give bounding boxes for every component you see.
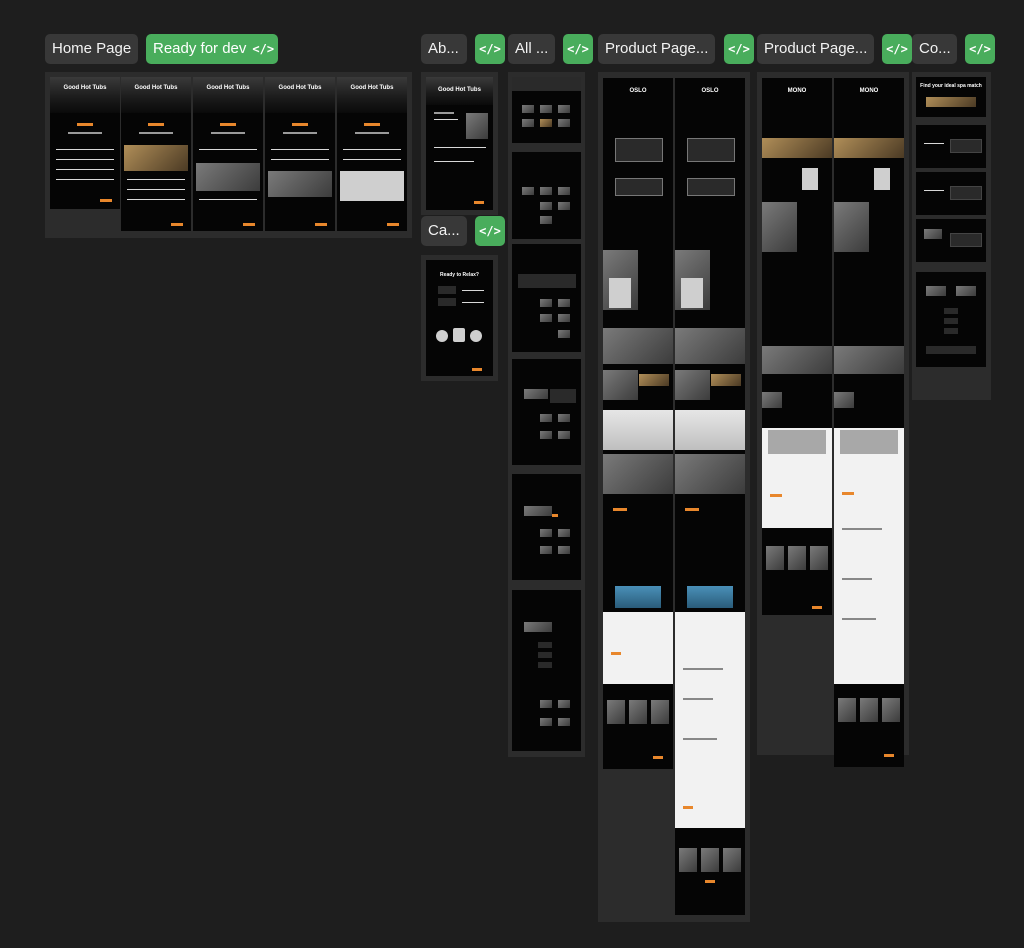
brand-title: OSLO — [701, 88, 719, 94]
catalog-frame[interactable] — [512, 77, 581, 143]
hero-title: Good Hot Tubs — [278, 85, 322, 91]
ready-for-dev-badge[interactable]: Ready for dev </> — [146, 34, 278, 64]
hero-title: Good Hot Tubs — [63, 85, 107, 91]
code-icon[interactable]: </> — [965, 34, 995, 64]
contact-frame[interactable]: Find your ideal spa match — [916, 77, 986, 117]
contact-frame[interactable] — [916, 125, 986, 168]
home-frame[interactable]: Good Hot Tubs — [337, 77, 407, 231]
contact-frame[interactable] — [916, 219, 986, 262]
product-b-section: MONO MONO — [757, 72, 909, 767]
all-products-section — [508, 72, 585, 757]
code-icon[interactable]: </> — [475, 216, 505, 246]
brand-title: MONO — [787, 88, 807, 94]
catalog-frame[interactable] — [512, 152, 581, 239]
about-frame[interactable]: Good Hot Tubs — [426, 77, 493, 210]
about-section: Good Hot Tubs — [421, 72, 498, 215]
cart-section: Ready to Relax? — [421, 255, 498, 381]
code-icon[interactable]: </> — [563, 34, 593, 64]
page-tab-about[interactable]: Ab... — [421, 34, 467, 64]
code-icon[interactable]: </> — [882, 34, 912, 64]
hero-image — [50, 77, 120, 113]
hero-title: Good Hot Tubs — [438, 87, 481, 93]
code-icon: </> — [252, 42, 275, 56]
catalog-frame[interactable] — [512, 359, 581, 465]
product-a-section: OSLO OSLO — [598, 72, 750, 922]
hero-image — [265, 77, 335, 113]
hero-image — [337, 77, 407, 113]
home-section: Good Hot Tubs Good Hot Tubs Good Hot Tub… — [45, 72, 412, 238]
brand-title: MONO — [859, 88, 879, 94]
code-icon[interactable]: </> — [724, 34, 754, 64]
cart-frame[interactable]: Ready to Relax? — [426, 260, 493, 376]
catalog-frame[interactable] — [512, 474, 581, 580]
home-frame[interactable]: Good Hot Tubs — [50, 77, 120, 209]
brand-title: OSLO — [629, 88, 647, 94]
ready-for-dev-label: Ready for dev — [153, 40, 247, 57]
page-tab-all[interactable]: All ... — [508, 34, 555, 64]
oslo-frame[interactable]: OSLO — [675, 78, 745, 915]
page-tab-contact[interactable]: Co... — [912, 34, 957, 64]
hero-image — [121, 77, 191, 113]
page-tab-product-b[interactable]: Product Page... — [757, 34, 874, 64]
mono-frame[interactable]: MONO — [762, 78, 832, 615]
code-icon[interactable]: </> — [475, 34, 505, 64]
hero-image — [193, 77, 263, 113]
catalog-frame[interactable] — [512, 244, 581, 352]
home-frame[interactable]: Good Hot Tubs — [265, 77, 335, 231]
hero-title: Good Hot Tubs — [350, 85, 394, 91]
page-tab-home[interactable]: Home Page — [45, 34, 138, 64]
home-frame[interactable]: Good Hot Tubs — [193, 77, 263, 231]
page-tab-product-a[interactable]: Product Page... — [598, 34, 715, 64]
contact-section: Find your ideal spa match — [912, 72, 991, 400]
hero-title: Good Hot Tubs — [134, 85, 178, 91]
hero-title: Good Hot Tubs — [206, 85, 250, 91]
contact-frame[interactable] — [916, 172, 986, 215]
page-tab-cart[interactable]: Ca... — [421, 216, 467, 246]
mono-frame[interactable]: MONO — [834, 78, 904, 767]
contact-frame[interactable] — [916, 272, 986, 367]
catalog-frame[interactable] — [512, 590, 581, 751]
oslo-frame[interactable]: OSLO — [603, 78, 673, 769]
home-frame[interactable]: Good Hot Tubs — [121, 77, 191, 231]
